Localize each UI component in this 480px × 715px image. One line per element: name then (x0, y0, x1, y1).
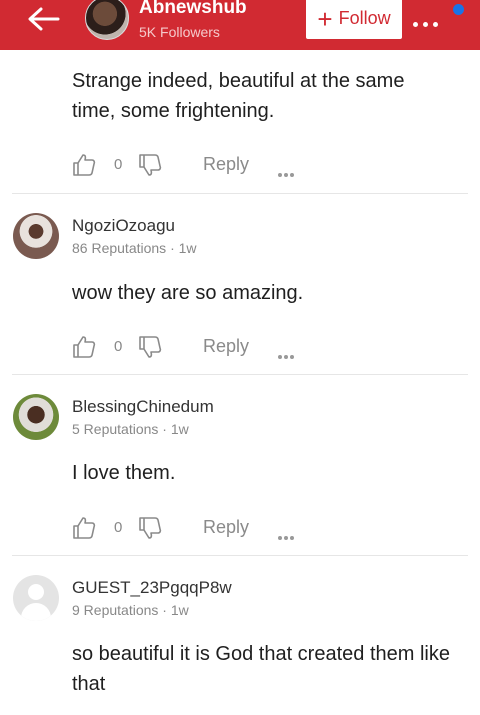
comment-actions: 0 Reply (72, 335, 312, 361)
avatar[interactable] (13, 213, 59, 259)
like-count: 0 (114, 519, 123, 536)
followers-count: 5K Followers (139, 24, 220, 40)
avatar[interactable] (13, 394, 59, 440)
comment-meta: 5 Reputations · 1w (72, 421, 189, 437)
plus-icon: + (317, 3, 333, 34)
divider (12, 374, 468, 375)
like-icon[interactable] (72, 153, 96, 177)
comment-actions: 0 Reply (72, 516, 312, 542)
dislike-icon[interactable] (138, 516, 162, 540)
like-count: 0 (114, 156, 123, 173)
comment-text: I love them. (72, 462, 176, 484)
comment-text: Strange indeed, beautiful at the same ti… (72, 70, 405, 122)
divider (12, 555, 468, 556)
notification-dot (453, 4, 464, 15)
reply-button[interactable]: Reply (203, 517, 249, 538)
avatar[interactable] (13, 575, 59, 621)
follow-label: Follow (338, 8, 391, 28)
like-count: 0 (114, 338, 123, 355)
top-bar: Abnewshub 5K Followers + Follow (0, 0, 480, 50)
comment-more-icon[interactable] (278, 346, 296, 364)
comment-meta: 9 Reputations · 1w (72, 602, 189, 618)
dislike-icon[interactable] (138, 153, 162, 177)
channel-name[interactable]: Abnewshub (139, 0, 247, 19)
comment-actions: 0 Reply (72, 153, 312, 179)
comment-more-icon[interactable] (278, 527, 296, 545)
dislike-icon[interactable] (138, 335, 162, 359)
reply-button[interactable]: Reply (203, 336, 249, 357)
back-arrow-icon[interactable] (26, 6, 60, 32)
like-icon[interactable] (72, 516, 96, 540)
comment-text: wow they are so amazing. (72, 282, 304, 304)
channel-avatar[interactable] (85, 0, 129, 40)
more-options-icon[interactable] (413, 10, 443, 33)
follow-button[interactable]: + Follow (306, 0, 402, 39)
comment-more-icon[interactable] (278, 164, 296, 182)
divider (12, 193, 468, 194)
reply-button[interactable]: Reply (203, 154, 249, 175)
comment-text: so beautiful it is God that created them… (72, 643, 450, 695)
comment-username[interactable]: BlessingChinedum (72, 397, 214, 417)
comment-meta: 86 Reputations · 1w (72, 240, 197, 256)
comment-username[interactable]: NgoziOzoagu (72, 216, 175, 236)
comment-username[interactable]: GUEST_23PgqqP8w (72, 578, 232, 598)
like-icon[interactable] (72, 335, 96, 359)
